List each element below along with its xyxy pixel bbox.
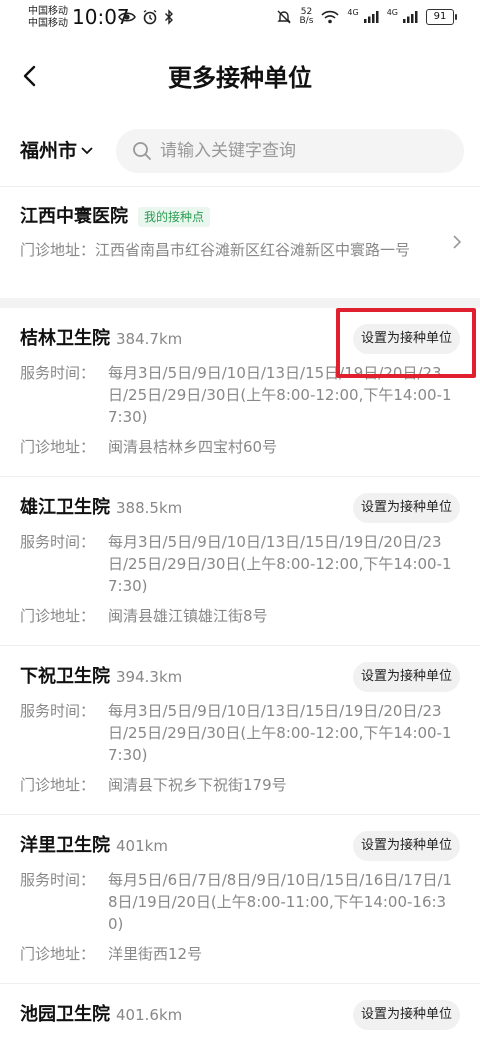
service-time-value: 每月3日/5日/9日/10日/13日/15日/19日/20日/23日/25日/2… xyxy=(108,533,452,595)
unit-card[interactable]: 池园卫生院 401.6km 设置为接种单位 xyxy=(0,984,480,1040)
address-label: 门诊地址： xyxy=(20,241,96,259)
my-unit-header: 江西中寰医院 我的接种点 xyxy=(20,204,211,230)
my-unit-address: 江西省南昌市红谷滩新区红谷滩新区中寰路一号 xyxy=(95,241,411,259)
set-as-unit-button[interactable]: 设置为接种单位 xyxy=(352,493,460,523)
unit-name: 雄江卫生院 xyxy=(20,497,110,518)
service-time-row: 服务时间： 每月3日/5日/9日/10日/13日/15日/19日/20日/23日/… xyxy=(20,362,460,428)
address-value: 闽清县桔林乡四宝村60号 xyxy=(108,438,278,456)
address-label: 门诊地址： xyxy=(20,438,96,456)
address-value: 闽清县雄江镇雄江街8号 xyxy=(108,607,268,625)
unit-card[interactable]: 桔林卫生院 384.7km 设置为接种单位服务时间： 每月3日/5日/9日/10日/1… xyxy=(0,308,480,477)
address-label: 门诊地址： xyxy=(20,607,96,625)
service-time-row: 服务时间： 每月3日/5日/9日/10日/13日/15日/19日/20日/23日/… xyxy=(20,700,460,766)
search-box[interactable] xyxy=(116,129,464,173)
service-time-row: 服务时间： 每月5日/6日/7日/8日/9日/10日/15日/16日/17日/18… xyxy=(20,869,460,935)
address-row: 门诊地址： 闽清县雄江镇雄江街8号 xyxy=(20,605,460,627)
set-as-unit-button[interactable]: 设置为接种单位 xyxy=(352,324,460,354)
service-time-row: 服务时间： 每月3日/5日/9日/10日/13日/15日/19日/20日/23日/… xyxy=(20,531,460,597)
unit-card[interactable]: 洋里卫生院 401km 设置为接种单位服务时间： 每月5日/6日/7日/8日/9日/1… xyxy=(0,815,480,984)
service-time-label: 服务时间： xyxy=(20,702,96,720)
signal-type-1: 4G xyxy=(347,8,359,17)
signal-type-2: 4G xyxy=(386,8,398,17)
set-as-unit-button[interactable]: 设置为接种单位 xyxy=(352,831,460,861)
set-as-unit-button[interactable]: 设置为接种单位 xyxy=(352,662,460,692)
status-icons-right: 52 B/s 4G 4G 91 xyxy=(276,7,457,26)
carrier-1: 中国移动 xyxy=(28,6,68,17)
unit-card[interactable]: 雄江卫生院 388.5km 设置为接种单位服务时间： 每月3日/5日/9日/10日/1… xyxy=(0,477,480,646)
search-input[interactable] xyxy=(160,141,440,161)
chevron-down-icon xyxy=(81,147,93,155)
service-time-label: 服务时间： xyxy=(20,871,96,889)
unit-name: 池园卫生院 xyxy=(20,1004,110,1025)
nav-bar: 更多接种单位 xyxy=(0,52,480,108)
section-gap xyxy=(0,298,480,308)
address-value: 闽清县下祝乡下祝街179号 xyxy=(108,776,287,794)
service-time-label: 服务时间： xyxy=(20,364,96,382)
filter-row: 福州市 xyxy=(0,128,480,174)
address-row: 门诊地址： 闽清县桔林乡四宝村60号 xyxy=(20,436,460,458)
divider xyxy=(0,186,480,187)
carrier-2: 中国移动 xyxy=(28,18,68,29)
page-title: 更多接种单位 xyxy=(168,64,312,92)
unit-list: 桔林卫生院 384.7km 设置为接种单位 服务时间： 每月3日/5日/9日/10日/1… xyxy=(0,308,480,1040)
unit-distance: 401.6km xyxy=(116,1006,183,1024)
chevron-right-icon xyxy=(453,235,462,249)
alarm-icon xyxy=(143,9,157,25)
unit-name: 下祝卫生院 xyxy=(20,666,110,687)
city-label: 福州市 xyxy=(20,140,78,162)
unit-name: 桔林卫生院 xyxy=(20,328,110,349)
address-row: 门诊地址： 闽清县下祝乡下祝街179号 xyxy=(20,774,460,796)
unit-card[interactable]: 下祝卫生院 394.3km 设置为接种单位服务时间： 每月3日/5日/9日/10日/1… xyxy=(0,646,480,815)
eye-icon xyxy=(118,12,136,22)
wifi-icon xyxy=(321,10,339,24)
my-unit-badge: 我的接种点 xyxy=(138,207,211,227)
city-selector[interactable]: 福州市 xyxy=(20,134,93,168)
set-as-unit-button[interactable]: 设置为接种单位 xyxy=(352,1000,460,1030)
address-label: 门诊地址： xyxy=(20,945,96,963)
mute-bell-icon xyxy=(276,10,291,24)
carrier-info: 中国移动 中国移动 xyxy=(28,6,68,30)
address-value: 洋里街西12号 xyxy=(108,945,203,963)
unit-name: 洋里卫生院 xyxy=(20,835,110,856)
bluetooth-icon xyxy=(165,9,173,25)
status-icons-left xyxy=(118,9,174,25)
my-vaccination-unit[interactable]: 江西中寰医院 我的接种点 门诊地址： 江西省南昌市红谷滩新区红谷滩新区中寰路一号 xyxy=(0,188,480,298)
service-time-value: 每月3日/5日/9日/10日/13日/15日/19日/20日/23日/25日/2… xyxy=(108,702,452,764)
unit-distance: 388.5km xyxy=(116,499,183,517)
my-unit-name: 江西中寰医院 xyxy=(20,206,128,227)
service-time-value: 每月3日/5日/9日/10日/13日/15日/19日/20日/23日/25日/2… xyxy=(108,364,452,426)
search-icon xyxy=(133,142,151,160)
battery-indicator: 91 xyxy=(426,9,457,25)
signal-icon-2 xyxy=(403,11,418,23)
unit-distance: 394.3km xyxy=(116,668,183,686)
address-row: 门诊地址： 洋里街西12号 xyxy=(20,943,460,965)
unit-distance: 384.7km xyxy=(116,330,183,348)
service-time-label: 服务时间： xyxy=(20,533,96,551)
my-unit-address-row: 门诊地址： 江西省南昌市红谷滩新区红谷滩新区中寰路一号 xyxy=(20,238,450,262)
network-speed: 52 B/s xyxy=(299,7,314,26)
service-time-value: 每月5日/6日/7日/8日/9日/10日/15日/16日/17日/18日/19日… xyxy=(108,871,453,933)
status-bar: 中国移动 中国移动 10:07 52 B/s 4G 4G 91 xyxy=(0,0,480,36)
address-label: 门诊地址： xyxy=(20,776,96,794)
unit-distance: 401km xyxy=(116,837,168,855)
signal-icon xyxy=(363,11,379,23)
